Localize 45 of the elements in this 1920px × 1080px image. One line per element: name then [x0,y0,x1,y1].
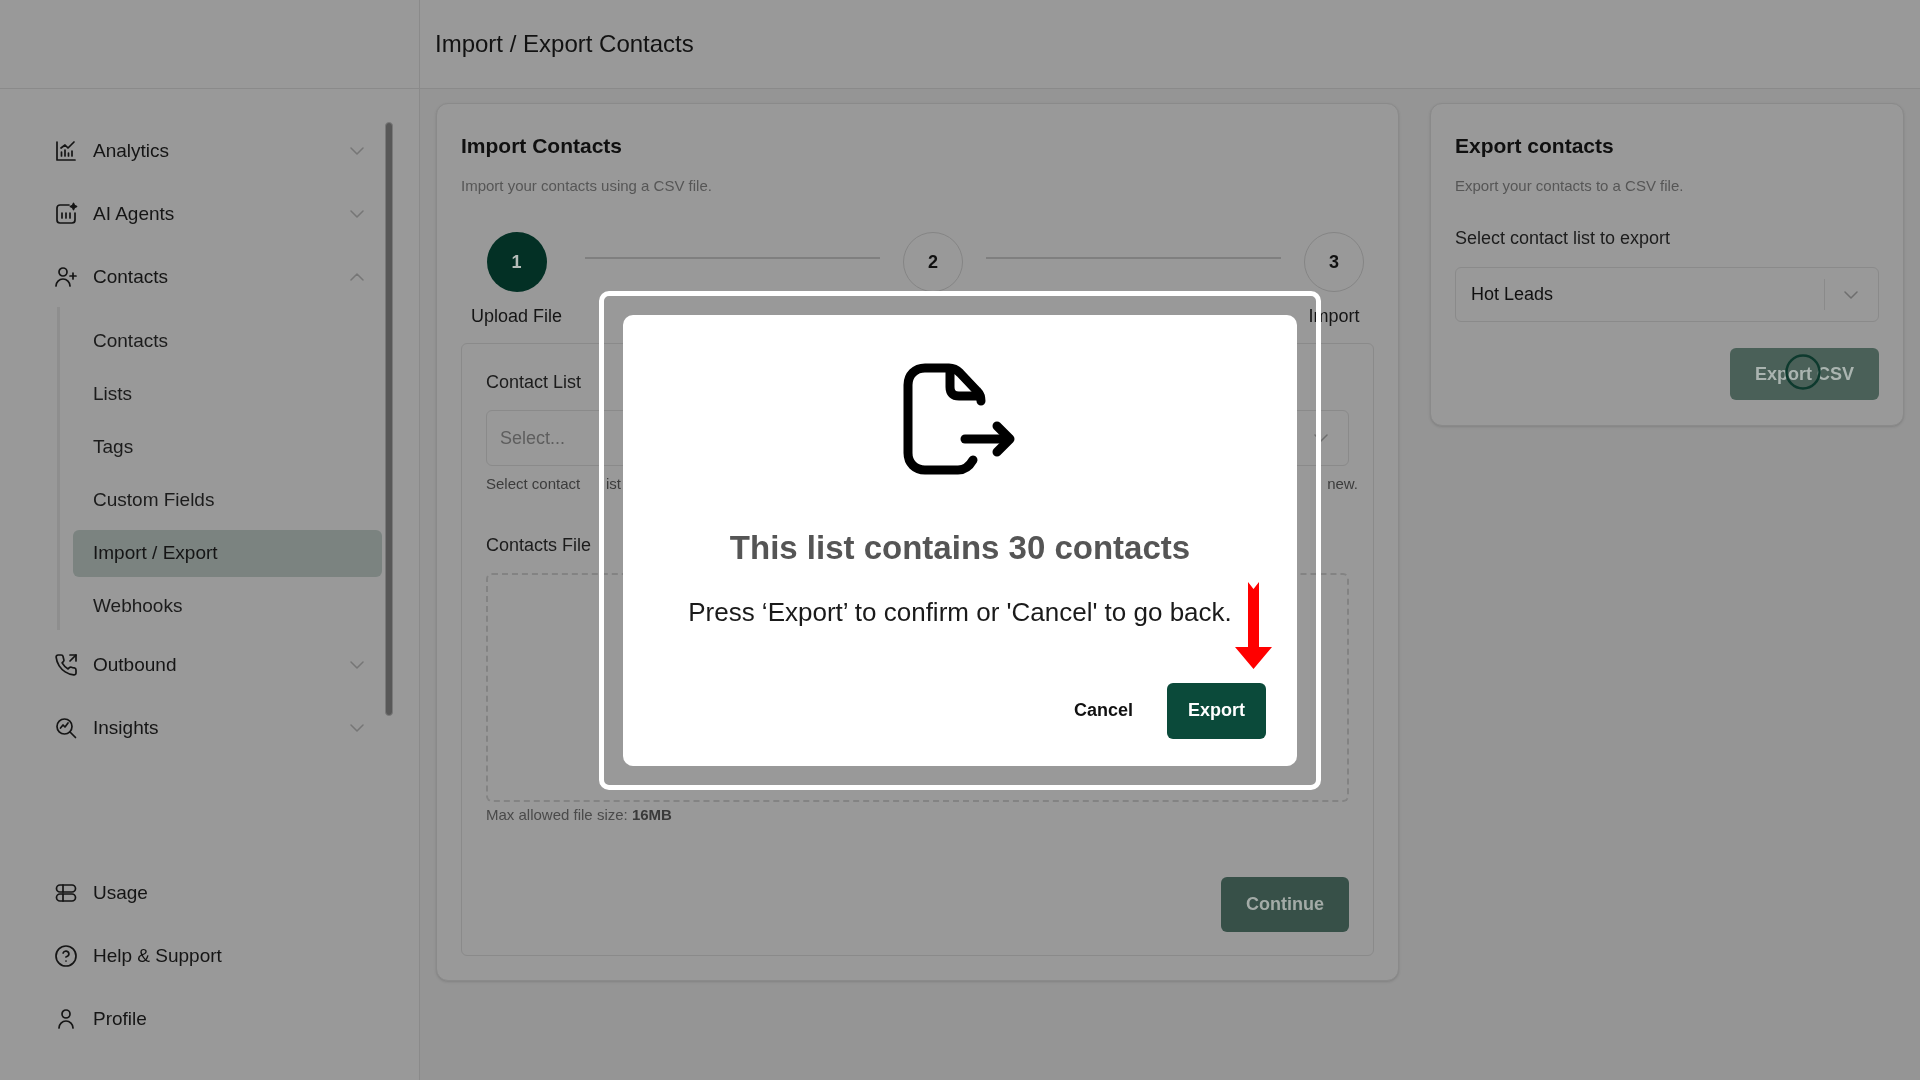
sidebar-item[interactable]: Analytics [54,125,382,177]
step-number: 1 [486,232,547,292]
field-label: Select contact list to export [1455,227,1671,250]
sidebar-item[interactable]: Usage [54,867,382,919]
helper-text: Select contact [486,474,582,494]
sidebar-item[interactable]: Profile [54,993,382,1045]
sidebar-subitem[interactable]: Contacts [73,318,382,365]
page-title: Import / Export Contacts [435,29,694,59]
magnifier-chart-icon [54,716,78,740]
dialog-message: Press ‘Export’ to confirm or 'Cancel' to go back. [688,595,1232,628]
sidebar-subitem[interactable]: Import / Export [73,530,382,577]
sidebar-subitem[interactable]: Lists [73,371,382,418]
field-label: Contacts File [486,534,592,557]
chevron-down-icon [1844,290,1858,299]
export-button[interactable]: Export [1167,682,1266,739]
helper-text: ist [606,474,621,494]
sidebar-item[interactable]: Insights [54,702,382,754]
user-plus-icon [54,265,78,289]
file-size-note: Max allowed file size: 16MB [486,805,672,825]
field-label: Contact List [486,371,582,394]
cancel-button[interactable]: Cancel [1057,682,1149,739]
sidebar-item[interactable]: Outbound [54,639,382,691]
sidebar-item[interactable]: Help & Support [54,930,382,982]
sidebar-item[interactable]: Contacts [54,251,382,303]
card-subtitle: Import your contacts using a CSV file. [461,176,712,196]
helper-text: new. [1327,474,1358,494]
step-number: 2 [903,232,964,292]
dialog-title: This list contains 30 contacts [729,527,1191,568]
sparkle-square-icon [54,202,78,226]
scrollbar[interactable] [385,122,393,716]
card-title: Import Contacts [461,133,622,159]
chart-icon [54,139,78,163]
card-subtitle: Export your contacts to a CSV file. [1455,176,1684,196]
sidebar-subitem[interactable]: Tags [73,424,382,471]
step-label: Upload File [471,305,563,328]
chevron-down-icon [1314,434,1328,442]
down-arrow-icon [1235,581,1272,669]
sidebar-subitem[interactable]: Webhooks [73,583,382,630]
help-icon [54,944,78,968]
sidebar-item[interactable]: AI Agents [54,188,382,240]
sidebar-subitem[interactable]: Custom Fields [73,477,382,524]
card-title: Export contacts [1455,133,1614,159]
contact-list-select[interactable]: Hot Leads [1455,267,1879,322]
phone-arrow-icon [54,653,78,677]
stacked-bars-icon [54,881,78,905]
